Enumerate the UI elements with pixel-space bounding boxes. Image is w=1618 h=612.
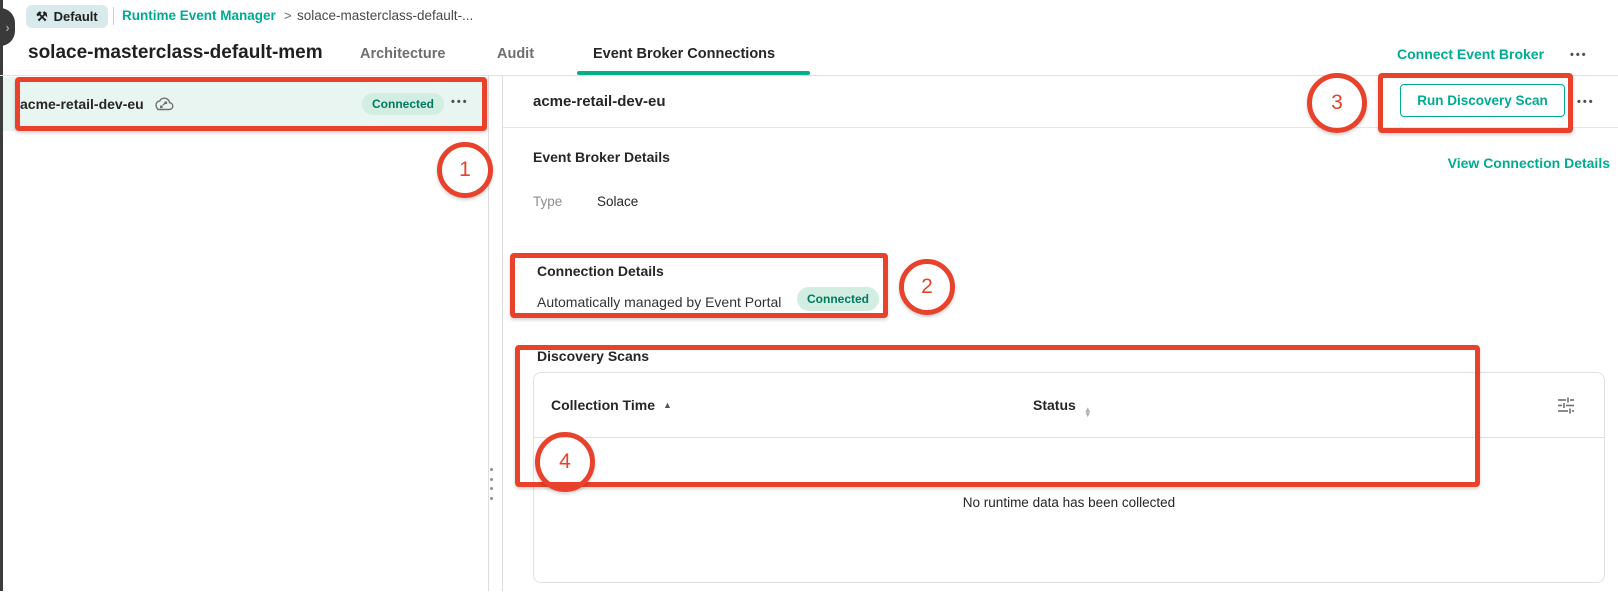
left-panel-border (488, 75, 489, 591)
connect-event-broker-button[interactable]: Connect Event Broker (1397, 46, 1544, 62)
breadcrumb-current: solace-masterclass-default-... (297, 8, 473, 23)
run-discovery-scan-button[interactable]: Run Discovery Scan (1400, 84, 1565, 117)
header-more-menu-icon[interactable]: ••• (1570, 49, 1588, 61)
tab-event-broker-connections[interactable]: Event Broker Connections (593, 46, 775, 62)
connection-status-badge: Connected (797, 287, 879, 311)
annotation-circle-1: 1 (437, 142, 493, 198)
tab-audit[interactable]: Audit (497, 46, 534, 62)
connection-description: Automatically managed by Event Portal (537, 294, 781, 310)
chevron-right-icon: › (5, 20, 9, 35)
column-header-collection-time[interactable]: Collection Time ▲ (551, 397, 672, 413)
tab-architecture[interactable]: Architecture (360, 46, 445, 62)
tools-icon: ⚒ (36, 9, 48, 25)
page-title: solace-masterclass-default-mem (28, 42, 323, 64)
broker-name: acme-retail-dev-eu (20, 96, 144, 112)
broker-list-item-acme-retail-dev-eu[interactable]: acme-retail-dev-eu Connected ••• (3, 77, 488, 131)
event-broker-details-heading: Event Broker Details (533, 149, 670, 165)
annotation-circle-2: 2 (899, 259, 955, 315)
main-panel-border (502, 75, 503, 591)
breadcrumb-separator-icon: > (284, 8, 292, 23)
sort-toggle-icon: ▲▼ (1084, 407, 1092, 417)
annotation-circle-3: 3 (1307, 73, 1367, 133)
column-header-status[interactable]: Status ▲▼ (1033, 397, 1092, 417)
runtime-event-manager-page: › ⚒ Default Runtime Event Manager > sola… (0, 0, 1618, 612)
type-label: Type (533, 194, 562, 209)
broker-status-badge: Connected (362, 93, 444, 115)
connection-details-heading: Connection Details (537, 263, 664, 279)
broker-detail-more-menu-icon[interactable]: ••• (1577, 96, 1595, 108)
cloud-discovery-icon (152, 94, 176, 114)
collection-time-label: Collection Time (551, 397, 655, 413)
empty-table-message: No runtime data has been collected (534, 495, 1604, 510)
column-filter-icon (1554, 393, 1578, 417)
table-settings-button[interactable] (1552, 391, 1580, 419)
main-header-divider (503, 127, 1618, 128)
selected-broker-title: acme-retail-dev-eu (533, 93, 666, 110)
workspace-chip[interactable]: ⚒ Default (26, 5, 108, 28)
view-connection-details-link[interactable]: View Connection Details (1448, 155, 1610, 171)
expand-sidebar-tab[interactable]: › (0, 8, 15, 46)
header-bottom-border (0, 75, 1618, 76)
status-label: Status (1033, 397, 1076, 413)
breadcrumb-runtime-event-manager[interactable]: Runtime Event Manager (122, 8, 276, 23)
discovery-scans-heading: Discovery Scans (537, 348, 649, 364)
discovery-scans-table: Collection Time ▲ Status ▲▼ No runtime dat… (533, 372, 1605, 583)
breadcrumb-divider (113, 7, 114, 25)
sort-ascending-icon: ▲ (663, 400, 672, 410)
panel-resize-handle[interactable] (488, 468, 494, 500)
broker-more-menu-icon[interactable]: ••• (451, 96, 469, 108)
workspace-chip-label: Default (54, 9, 98, 24)
type-value: Solace (597, 194, 638, 209)
